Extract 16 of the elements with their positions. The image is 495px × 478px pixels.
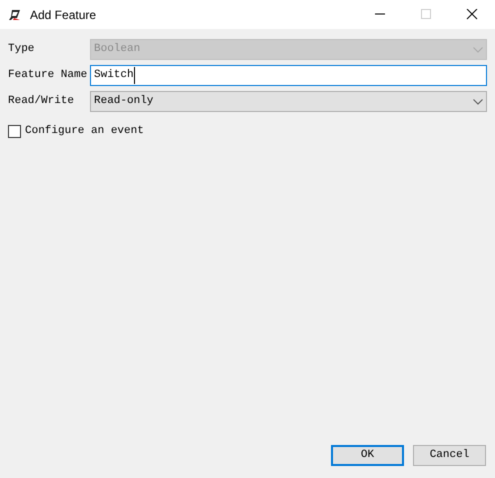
field-label: Read/Write bbox=[8, 94, 76, 110]
chevron-icon bbox=[473, 98, 483, 104]
ok-button[interactable]: OK bbox=[331, 445, 404, 466]
close-icon bbox=[466, 9, 478, 20]
field-label: Feature Name bbox=[8, 68, 88, 84]
dropdown[interactable]: Read-only bbox=[90, 91, 487, 112]
checkbox-label: Configure an event bbox=[25, 124, 144, 139]
input-field[interactable]: Switch bbox=[90, 65, 487, 86]
window-title: Add Feature bbox=[30, 6, 98, 24]
app-logo-icon bbox=[8, 8, 22, 20]
cancel-button[interactable]: Cancel bbox=[413, 445, 486, 466]
dropdown: Boolean bbox=[90, 39, 487, 60]
field-label: Type bbox=[8, 42, 36, 58]
maximize-icon bbox=[420, 9, 432, 20]
chevron-icon bbox=[473, 46, 483, 52]
checkbox[interactable] bbox=[8, 124, 21, 138]
